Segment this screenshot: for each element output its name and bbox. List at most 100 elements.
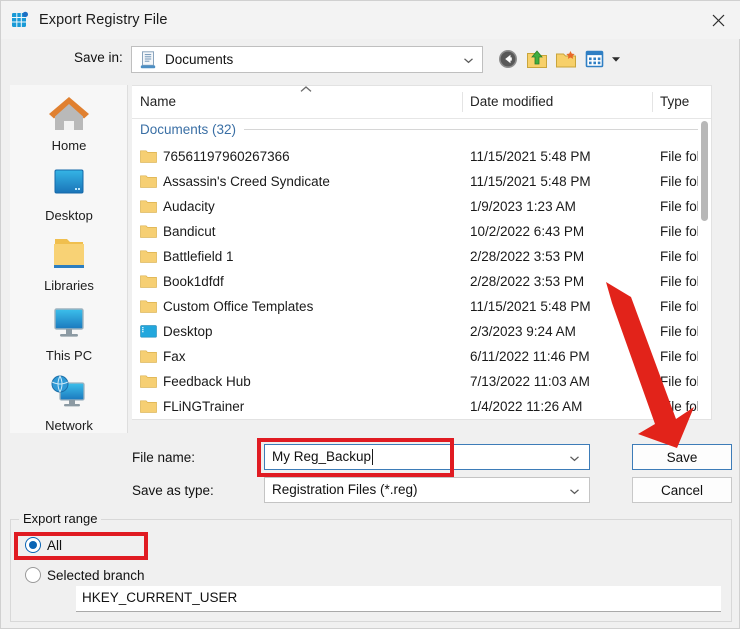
sidebar-item-desktop[interactable]: Desktop [10, 161, 128, 223]
close-icon[interactable] [695, 1, 740, 39]
file-group-label: Documents (32) [140, 122, 237, 137]
file-name-input[interactable]: My Reg_Backup [264, 444, 590, 470]
file-name-cell[interactable]: Battlefield 1 [140, 249, 234, 264]
file-name-text: Assassin's Creed Syndicate [163, 174, 330, 189]
file-name-cell[interactable]: Book1dfdf [140, 274, 224, 289]
column-divider[interactable] [462, 92, 463, 112]
window-title: Export Registry File [39, 12, 168, 28]
export-registry-file-dialog: Export Registry File Save in: Documents [0, 0, 740, 629]
save-button[interactable]: Save [632, 444, 732, 470]
file-name-text: Book1dfdf [163, 274, 224, 289]
table-row[interactable]: FLiNGTrainer 1/4/2022 11:26 AM File fold [132, 394, 711, 419]
folder-icon [140, 199, 163, 214]
file-name-cell[interactable]: Bandicut [140, 224, 216, 239]
sidebar-item-label: This PC [45, 348, 93, 363]
file-name-text: Battlefield 1 [163, 249, 234, 264]
text-caret [372, 449, 373, 465]
this-pc-monitor-icon [54, 308, 84, 337]
file-name-cell[interactable]: 76561197960267366 [140, 149, 290, 164]
sidebar-item-home[interactable]: Home [10, 91, 128, 153]
file-name-cell[interactable]: Feedback Hub [140, 374, 251, 389]
selected-branch-input[interactable]: HKEY_CURRENT_USER [76, 586, 721, 612]
chevron-down-icon[interactable] [569, 486, 580, 497]
libraries-folder-icon [54, 239, 84, 268]
radio-selected-branch-label: Selected branch [47, 567, 145, 583]
file-name-cell[interactable]: FLiNGTrainer [140, 399, 244, 414]
folder-icon [140, 149, 163, 164]
column-header-type[interactable]: Type [660, 94, 689, 109]
save-in-combobox[interactable]: Documents [131, 46, 483, 73]
table-row[interactable]: Desktop 2/3/2023 9:24 AM File fold [132, 319, 711, 344]
folder-icon [140, 374, 163, 389]
table-row[interactable]: Assassin's Creed Syndicate 11/15/2021 5:4… [132, 169, 711, 194]
radio-all-label: All [47, 537, 63, 553]
radio-all-indicator[interactable] [25, 537, 41, 553]
file-name-cell[interactable]: Audacity [140, 199, 215, 214]
scrollbar-thumb[interactable] [701, 121, 708, 221]
date-modified-cell: 2/3/2023 9:24 AM [470, 324, 576, 339]
chevron-down-icon[interactable] [463, 55, 474, 66]
home-icon [49, 97, 89, 130]
table-row[interactable]: Book1dfdf 2/28/2022 3:53 PM File fold [132, 269, 711, 294]
vertical-scrollbar[interactable] [698, 119, 711, 419]
folder-icon [140, 224, 163, 239]
places-bar: Home Desktop Libraries This PC Network [10, 85, 128, 433]
column-header-date-modified[interactable]: Date modified [470, 94, 553, 109]
cancel-button[interactable]: Cancel [632, 477, 732, 503]
folder-icon [140, 349, 163, 364]
group-rule [244, 129, 700, 130]
file-rows: 76561197960267366 11/15/2021 5:48 PM File … [132, 144, 711, 419]
folder-icon [140, 274, 163, 289]
folder-icon [140, 299, 163, 314]
views-chevron-down-icon[interactable] [610, 53, 622, 65]
file-name-text: Custom Office Templates [163, 299, 314, 314]
date-modified-cell: 2/28/2022 3:53 PM [470, 249, 585, 264]
file-list[interactable]: Name Date modified Type Documents (32) 7… [132, 85, 712, 420]
file-name-text: Feedback Hub [163, 374, 251, 389]
radio-option-selected-branch[interactable]: Selected branch [25, 567, 145, 583]
file-name-cell[interactable]: Fax [140, 349, 186, 364]
save-as-type-select[interactable]: Registration Files (*.reg) [264, 477, 590, 503]
radio-selected-branch-indicator[interactable] [25, 567, 41, 583]
up-one-level-button[interactable] [526, 48, 548, 70]
file-name-text: Bandicut [163, 224, 216, 239]
table-row[interactable]: Audacity 1/9/2023 1:23 AM File fold [132, 194, 711, 219]
back-button[interactable] [497, 48, 519, 70]
radio-option-all[interactable]: All [25, 537, 62, 553]
date-modified-cell: 1/9/2023 1:23 AM [470, 199, 576, 214]
file-name-value: My Reg_Backup [272, 449, 372, 464]
file-group-header[interactable]: Documents (32) [140, 122, 700, 137]
registry-editor-icon [11, 11, 29, 29]
folder-icon [140, 174, 163, 189]
file-name-cell[interactable]: Desktop [140, 324, 213, 339]
table-row[interactable]: Bandicut 10/2/2022 6:43 PM File fold [132, 219, 711, 244]
sidebar-item-libraries[interactable]: Libraries [10, 231, 128, 293]
date-modified-cell: 6/11/2022 11:46 PM [470, 349, 590, 364]
desktop-icon [54, 169, 84, 194]
date-modified-cell: 7/13/2022 11:03 AM [470, 374, 590, 389]
sidebar-item-this-pc[interactable]: This PC [10, 301, 128, 363]
table-row[interactable]: 76561197960267366 11/15/2021 5:48 PM File … [132, 144, 711, 169]
table-row[interactable]: Custom Office Templates 11/15/2021 5:48 P… [132, 294, 711, 319]
date-modified-cell: 11/15/2021 5:48 PM [470, 174, 591, 189]
file-name-label: File name: [132, 450, 196, 465]
save-as-type-label: Save as type: [132, 483, 214, 498]
table-row[interactable]: Battlefield 1 2/28/2022 3:53 PM File fold [132, 244, 711, 269]
file-name-cell[interactable]: Assassin's Creed Syndicate [140, 174, 330, 189]
export-range-legend: Export range [19, 511, 102, 526]
table-row[interactable]: Fax 6/11/2022 11:46 PM File fold [132, 344, 711, 369]
file-name-cell[interactable]: Custom Office Templates [140, 299, 313, 314]
sidebar-item-network[interactable]: Network [10, 371, 128, 433]
file-name-text: FLiNGTrainer [163, 399, 245, 414]
folder-icon [140, 399, 163, 414]
column-header-name[interactable]: Name [140, 94, 176, 109]
navigation-toolbar [497, 46, 622, 72]
chevron-down-icon[interactable] [569, 453, 580, 464]
selected-branch-value: HKEY_CURRENT_USER [82, 590, 238, 605]
create-new-folder-button[interactable] [555, 48, 577, 70]
sidebar-item-label: Home [51, 138, 87, 153]
column-divider[interactable] [652, 92, 653, 112]
table-row[interactable]: Feedback Hub 7/13/2022 11:03 AM File fold [132, 369, 711, 394]
file-name-text: Audacity [163, 199, 215, 214]
views-button[interactable] [584, 48, 606, 70]
